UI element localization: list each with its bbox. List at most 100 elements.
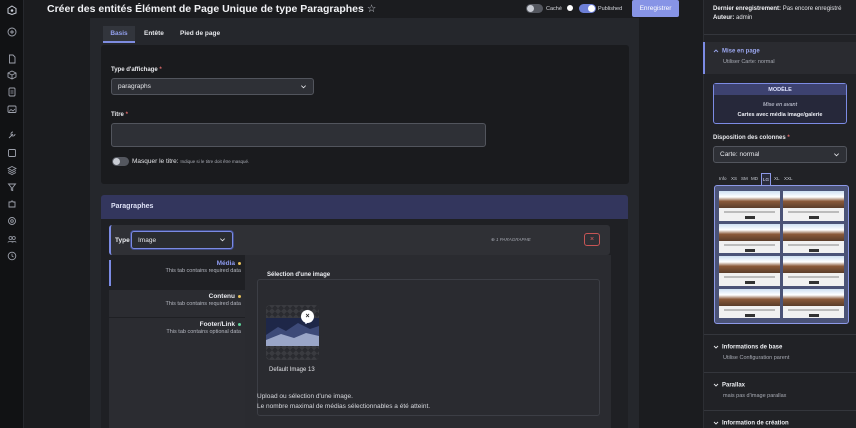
columns-label-text: Disposition des colonnes (713, 135, 786, 141)
section-parallax[interactable]: Parallax (713, 382, 745, 389)
toggle-knob (113, 158, 120, 165)
published-toggle[interactable] (579, 4, 596, 13)
preview-card-image (719, 256, 780, 274)
preview-card-line (724, 211, 775, 214)
puzzle-icon[interactable] (7, 199, 17, 209)
subtab-footer-note: This tab contains optional data (166, 329, 241, 335)
close-icon: × (589, 236, 595, 243)
subtab-media-note: This tab contains required data (165, 268, 241, 274)
save-button[interactable]: Enregistrer (632, 0, 679, 17)
section-base-info-title: Informations de base (722, 344, 783, 351)
breakpoint-xs[interactable]: XS (731, 176, 737, 181)
star-icon[interactable]: ☆ (367, 3, 376, 15)
preview-card-button (744, 313, 755, 317)
author-label: Auteur: (713, 15, 735, 21)
breakpoint-sm[interactable]: SM (741, 176, 748, 181)
preview-card (783, 191, 844, 221)
preview-card-line (724, 308, 775, 311)
type-select[interactable]: Image (131, 231, 233, 249)
subtab-footer-title: Footer/Link (199, 321, 235, 328)
subtab-contenu-title-row: Contenu (109, 290, 241, 300)
filter-icon[interactable] (7, 182, 17, 192)
subtab-media-title-row: Média (111, 260, 241, 267)
users-icon[interactable] (7, 234, 17, 244)
breakpoint-xxl[interactable]: XXL (784, 176, 793, 181)
subtab-contenu[interactable]: Contenu This tab contains required data (109, 290, 245, 317)
preview-card (719, 191, 780, 221)
layout-title-text: Mise en page (722, 48, 760, 55)
app-logo-icon[interactable] (7, 5, 17, 15)
image-gallery-icon[interactable] (7, 104, 17, 114)
wrench-icon[interactable] (7, 130, 17, 140)
required-marker: * (787, 135, 790, 141)
add-icon[interactable] (7, 27, 17, 37)
preview-card-line (724, 243, 775, 246)
chevron-down-icon (713, 345, 719, 349)
chevron-down-icon (220, 238, 225, 242)
preview-card-line (788, 276, 839, 279)
subtab-footer-link[interactable]: Footer/Link This tab contains optional d… (109, 318, 245, 428)
tab-basis[interactable]: Basis (103, 26, 135, 43)
optional-dot (238, 322, 241, 326)
breakpoint-md[interactable]: MD (751, 176, 758, 181)
paragraph-count: ⊕ 1 PARAGRAPHE (491, 237, 531, 243)
preview-card (719, 256, 780, 286)
last-saved-value: Pas encore enregistré (782, 6, 842, 12)
hidden-label: Caché (546, 6, 562, 12)
display-type-select[interactable]: paragraphs (111, 78, 314, 95)
preview-card (719, 288, 780, 318)
layers-icon[interactable] (7, 165, 17, 175)
square-icon[interactable] (7, 148, 17, 158)
preview-card-image (719, 288, 780, 306)
thumbnail-caption: Default Image 13 (269, 367, 315, 373)
divider (704, 372, 856, 373)
hide-title-toggle[interactable] (112, 157, 129, 166)
preview-card-button (744, 216, 755, 220)
preview-card-line (788, 308, 839, 311)
title-input[interactable] (111, 123, 486, 147)
toggle-knob (527, 5, 534, 12)
model-line2: Cartes avec média image/galerie (737, 112, 823, 118)
subtab-contenu-title: Contenu (208, 293, 235, 300)
history-icon[interactable] (7, 251, 17, 261)
preview-card-line (788, 211, 839, 214)
cube-icon[interactable] (7, 70, 17, 80)
divider (704, 334, 856, 335)
layout-section[interactable] (703, 42, 856, 74)
display-type-label-text: Type d'affichage (111, 67, 158, 73)
file-icon[interactable] (7, 54, 17, 64)
section-creation-info[interactable]: Information de création (713, 420, 789, 427)
remove-media-button[interactable]: × (301, 310, 314, 323)
section-parallax-title: Parallax (722, 382, 746, 389)
tab-entete[interactable]: Entête (144, 30, 164, 37)
chevron-down-icon (301, 84, 306, 88)
required-marker: * (159, 67, 162, 73)
document-icon[interactable] (7, 87, 17, 97)
preview-card-image (783, 223, 844, 241)
breakpoint-info[interactable]: Info (719, 176, 727, 181)
display-type-value: paragraphs (118, 83, 151, 90)
page-title: Créer des entités Élément de Page Unique… (47, 3, 376, 15)
settings-icon[interactable] (7, 216, 17, 226)
preview-card-button (808, 248, 819, 252)
breakpoint-xl[interactable]: XL (774, 176, 780, 181)
breakpoint-lg[interactable]: LG (761, 173, 771, 185)
paragraph-count-text: 1 PARAGRAPHE (496, 237, 531, 242)
delete-paragraph-button[interactable]: × (584, 233, 600, 246)
page-title-text: Créer des entités Élément de Page Unique… (47, 3, 364, 15)
subtab-media[interactable]: Média This tab contains required data (109, 260, 245, 286)
hidden-toggle[interactable] (526, 4, 543, 13)
display-type-label: Type d'affichage * (111, 67, 162, 73)
status-dot (567, 5, 573, 11)
tab-pied-de-page[interactable]: Pied de page (180, 30, 220, 37)
preview-card-image (783, 288, 844, 306)
columns-value: Carte: normal (720, 151, 760, 158)
section-base-info-sub: Utilise Configuration parent (723, 355, 790, 361)
paragraphs-title: Paragraphes (111, 203, 154, 210)
columns-select[interactable]: Carte: normal (713, 146, 847, 163)
subtab-footer-title-row: Footer/Link (109, 318, 241, 328)
divider (704, 34, 856, 35)
preview-card-image (719, 191, 780, 209)
title-label: Titre * (111, 112, 128, 118)
section-base-info[interactable]: Informations de base (713, 344, 782, 351)
